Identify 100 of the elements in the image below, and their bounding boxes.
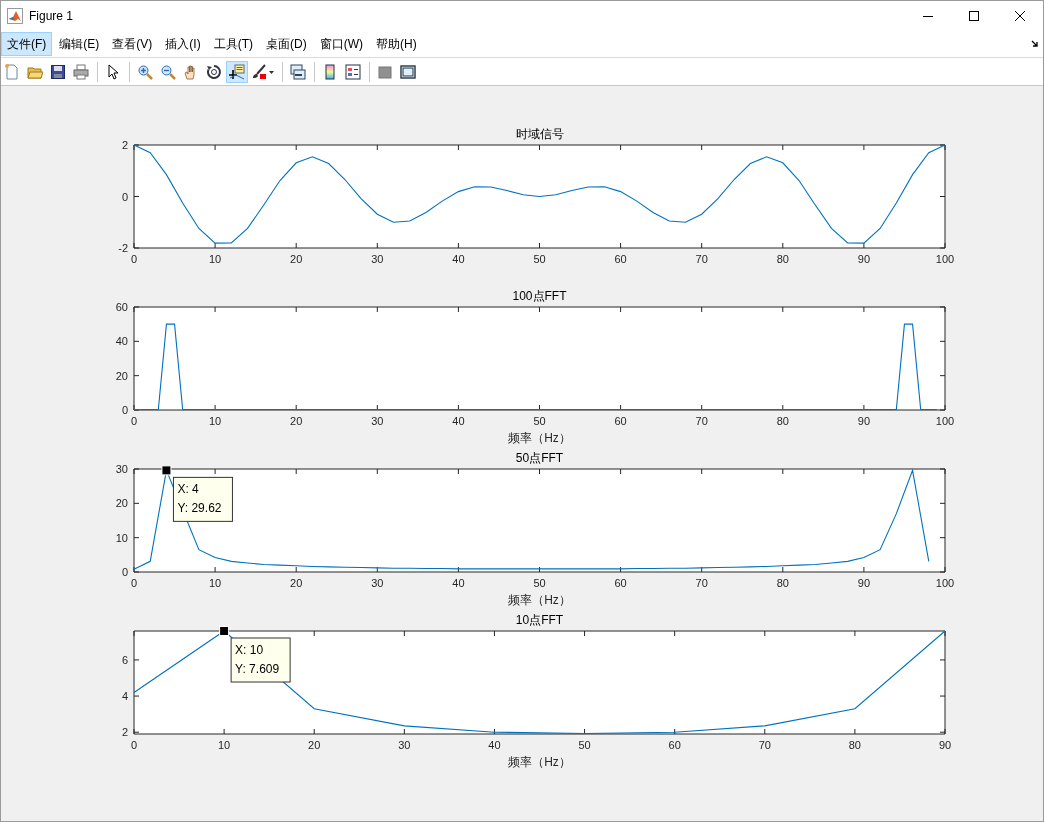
tick-label: 60: [115, 301, 128, 313]
save-icon: [50, 63, 66, 80]
tick-label: 2: [121, 726, 128, 739]
legend-icon: [345, 63, 361, 80]
toolbar-button[interactable]: [226, 60, 248, 83]
dock-arrow-icon[interactable]: [1031, 40, 1039, 48]
tick-label: 40: [452, 253, 465, 265]
tick-label: 10: [209, 577, 222, 589]
tick-label: 30: [371, 577, 384, 589]
chart-title: 50点FFT: [515, 451, 564, 465]
tick-label: 90: [857, 415, 871, 427]
tick-label: 0: [121, 566, 128, 578]
chart-title: 100点FFT: [512, 289, 567, 303]
menu-item[interactable]: 窗口(W): [313, 32, 369, 56]
tick-label: 60: [614, 253, 627, 265]
tick-label: 10: [209, 253, 222, 265]
tick-label: 20: [115, 497, 128, 510]
rotate-icon: [206, 63, 222, 80]
tick-label: 40: [452, 577, 465, 589]
new-file-icon: [4, 63, 20, 80]
tick-label: 10: [209, 415, 222, 427]
menu-item[interactable]: 编辑(E): [53, 32, 106, 56]
app-logo-icon: [7, 8, 23, 24]
tick-label: 40: [452, 415, 465, 427]
tick-label: 30: [398, 739, 411, 751]
chart-title: 时域信号: [515, 127, 564, 141]
tick-label: 100: [935, 577, 955, 589]
menu-item[interactable]: 桌面(D): [260, 32, 313, 56]
printer-icon: [73, 63, 89, 80]
tick-label: 0: [130, 739, 138, 751]
tick-label: 20: [115, 369, 128, 382]
tick-label: 10: [218, 739, 231, 751]
close-icon: [1015, 11, 1025, 21]
tick-label: 90: [938, 739, 952, 751]
tick-label: 0: [121, 404, 128, 416]
tick-label: 50: [533, 415, 546, 427]
data-marker[interactable]: [161, 465, 172, 476]
zoom-out-icon: [160, 63, 176, 80]
tick-label: 80: [776, 415, 789, 427]
menu-item[interactable]: 工具(T): [207, 32, 259, 56]
menu-item[interactable]: 查看(V): [106, 32, 159, 56]
zoom-in-icon: [137, 63, 153, 80]
tick-label: 90: [857, 253, 871, 265]
tick-label: 80: [848, 739, 861, 751]
window-title: Figure 1: [29, 9, 75, 23]
tick-label: 30: [115, 463, 128, 475]
tick-label: 70: [695, 253, 708, 265]
maximize-icon: [969, 11, 979, 21]
tick-label: 2: [121, 139, 128, 151]
data-tip-label: X: 10: [235, 643, 264, 657]
data-cursor-icon: [229, 63, 245, 80]
tick-label: 0: [130, 415, 138, 427]
data-tip-label: Y: 29.62: [177, 501, 222, 516]
tick-label: 60: [668, 739, 681, 751]
tick-label: 70: [758, 739, 771, 751]
tick-label: 0: [130, 253, 138, 265]
data-marker[interactable]: [219, 626, 230, 636]
tick-label: -2: [118, 242, 128, 254]
axis-label: 频率（Hz）: [508, 431, 571, 445]
tick-label: 20: [308, 739, 321, 751]
tick-label: 60: [614, 577, 627, 589]
tick-label: 50: [533, 577, 546, 589]
tick-label: 40: [488, 739, 501, 751]
tick-label: 6: [121, 653, 128, 666]
tick-label: 20: [290, 577, 303, 589]
tick-label: 80: [776, 253, 789, 265]
tick-label: 100: [935, 415, 955, 427]
chart-title: 10点FFT: [515, 613, 564, 627]
tick-label: 90: [857, 577, 871, 589]
tick-label: 60: [614, 415, 627, 427]
tick-label: 10: [115, 531, 128, 544]
tick-label: 20: [290, 253, 303, 265]
data-tip[interactable]: [230, 637, 291, 683]
tick-label: 100: [935, 253, 955, 265]
show-plot-tools-icon: [400, 63, 416, 80]
tick-label: 40: [115, 335, 128, 348]
hide-plot-tools-icon: [377, 63, 393, 80]
tick-label: 20: [290, 415, 303, 427]
data-tip-label: X: 4: [177, 482, 199, 497]
tick-label: 4: [121, 690, 128, 703]
data-tip[interactable]: [172, 476, 233, 522]
menu-item[interactable]: 插入(I): [159, 32, 207, 56]
pointer-icon: [105, 63, 121, 80]
menu-item[interactable]: 帮助(H): [370, 32, 423, 56]
axis-label: 频率（Hz）: [508, 593, 571, 607]
tick-label: 0: [130, 577, 138, 589]
brush-icon: [251, 63, 275, 80]
tick-label: 50: [533, 253, 546, 265]
tick-label: 0: [121, 190, 128, 203]
tick-label: 30: [371, 253, 384, 265]
tick-label: 50: [578, 739, 591, 751]
menu-item[interactable]: 文件(F): [1, 32, 53, 56]
colorbar-icon: [322, 63, 338, 80]
tick-label: 80: [776, 577, 789, 589]
tick-label: 70: [695, 577, 708, 589]
data-tip-label: Y: 7.609: [235, 662, 280, 676]
tick-label: 30: [371, 415, 384, 427]
axis-label: 频率（Hz）: [508, 755, 571, 769]
tick-label: 70: [695, 415, 708, 427]
link-icon: [290, 63, 306, 80]
